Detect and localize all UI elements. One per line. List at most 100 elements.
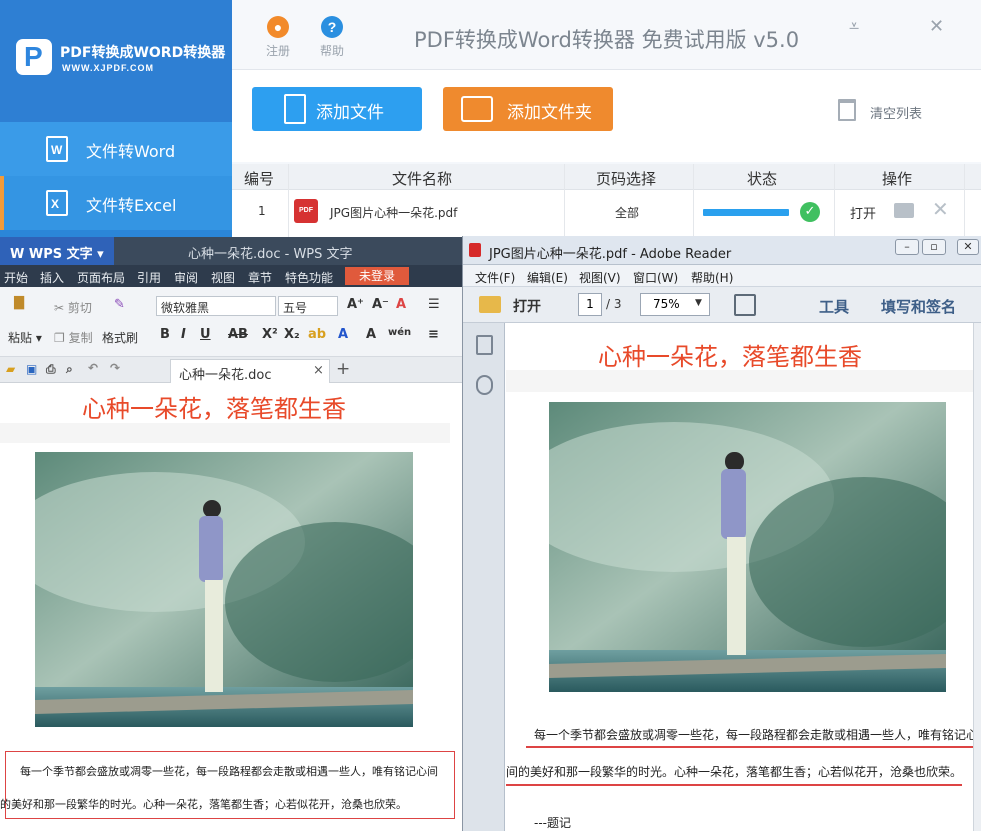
delete-icon[interactable]: ✕ [932,197,949,221]
tab-features[interactable]: 特色功能 [285,269,333,286]
register-button[interactable]: ● 注册 [258,16,298,59]
cut-button[interactable]: ✂ 剪切 [54,299,92,316]
close-tab-icon[interactable]: × [313,363,324,378]
add-folder-button[interactable]: 添加文件夹 [443,87,613,131]
tab-references[interactable]: 引用 [137,269,161,286]
pdf-app-icon [469,243,481,257]
open-button[interactable]: 打开 [513,296,541,316]
add-file-button[interactable]: 添加文件 [252,87,422,131]
sidebar: P PDF转换成WORD转换器 WWW.XJPDF.COM W 文件转Word … [0,0,232,240]
paste-icon[interactable]: ▇ [14,295,24,310]
subscript-icon[interactable]: X₂ [284,327,300,342]
menu-file[interactable]: 文件(F) [475,269,515,286]
tools-button[interactable]: 工具 [819,296,849,317]
phonetic-icon[interactable]: wén [388,327,411,338]
screen: P PDF转换成WORD转换器 WWW.XJPDF.COM W 文件转Word … [0,0,981,831]
menu-window[interactable]: 窗口(W) [633,269,678,286]
format-painter-button[interactable]: 格式刷 [102,329,138,346]
menu-edit[interactable]: 编辑(E) [527,269,568,286]
sidebar-item-label: 文件转Word [86,142,176,161]
minimize-icon[interactable]: ⩡ [849,16,859,37]
column-divider [964,164,965,240]
login-button[interactable]: 未登录 [345,267,409,285]
attachment-icon[interactable] [476,375,493,395]
column-divider [564,164,565,240]
chevron-down-icon[interactable]: ▼ [695,298,702,308]
undo-icon[interactable]: ↶ [88,361,98,375]
bullets-icon[interactable]: ☰ [428,297,440,312]
new-tab-icon[interactable]: + [336,359,350,379]
sidebar-item-label: 文件转Excel [86,196,177,215]
tab-view[interactable]: 视图 [211,269,235,286]
align-left-icon[interactable]: ≡ [428,327,439,342]
folder-icon[interactable] [894,203,914,218]
print-preview-icon[interactable]: ⌕ [66,362,73,377]
font-select[interactable]: 微软雅黑 [156,296,276,316]
open-folder-icon[interactable]: ▰ [6,362,15,376]
clear-format-icon[interactable]: A [396,297,406,312]
title-bar: ● 注册 ? 帮助 PDF转换成Word转换器 免费试用版 v5.0 ⩡ ✕ [232,0,981,70]
underline-annotation [506,784,962,786]
folder-icon [461,96,493,122]
reader-document-page: 心种一朵花，落笔都生香 每一个季节都会盛放或凋零一些花，每一段路程都会走散或相遇… [506,323,981,831]
menu-help[interactable]: 帮助(H) [691,269,733,286]
navigation-pane [463,323,505,831]
strikethrough-icon[interactable]: AB [228,327,248,342]
tab-review[interactable]: 审阅 [174,269,198,286]
app-title: PDF转换成Word转换器 免费试用版 v5.0 [414,28,800,52]
shrink-font-icon[interactable]: A⁻ [372,297,389,312]
save-icon[interactable]: ▣ [26,362,37,376]
wps-document-tabs: ▰ ▣ ⎙ ⌕ ↶ ↷ 心种一朵花.doc × + [0,357,462,383]
reader-menu-bar: 文件(F) 编辑(E) 视图(V) 窗口(W) 帮助(H) [463,265,981,287]
char-shading-icon[interactable]: A [366,327,376,342]
print-icon[interactable]: ⎙ [46,362,56,377]
column-divider [288,164,289,240]
logo-area: P PDF转换成WORD转换器 WWW.XJPDF.COM [0,0,232,122]
fit-page-icon[interactable] [734,294,756,316]
wps-window: W WPS 文字 ▾ 心种一朵花.doc - WPS 文字 开始 插入 页面布局… [0,237,462,831]
clear-list-label: 清空列表 [870,107,923,122]
cut-label: 剪切 [67,301,92,315]
tab-chapter[interactable]: 章节 [248,269,272,286]
reader-toolbar: 打开 1 / 3 75% ▼ 工具 填写和签名 [463,287,981,323]
word-file-icon: W [46,136,68,162]
sidebar-item-file-to-excel[interactable]: X 文件转Excel [0,176,232,230]
wps-app-menu-button[interactable]: W WPS 文字 ▾ [0,237,114,265]
font-color-icon[interactable]: A [338,327,348,342]
pages-icon[interactable] [476,335,493,355]
column-divider [834,164,835,240]
tab-insert[interactable]: 插入 [40,269,64,286]
paste-button[interactable]: 粘贴 ▾ [8,329,42,346]
page-number-input[interactable]: 1 [578,293,602,316]
copy-button[interactable]: ❐ 复制 [54,329,93,346]
row-filename: JPG图片心种一朵花.pdf [330,206,458,220]
italic-icon[interactable]: I [181,327,186,342]
paragraph-line: 每一个季节都会盛放或凋零一些花，每一段路程都会走散或相遇一些人，唯有铭记心 [534,728,979,742]
close-icon[interactable]: ✕ [957,239,979,255]
fill-sign-button[interactable]: 填写和签名 [881,296,956,317]
wps-window-title: 心种一朵花.doc - WPS 文字 [188,247,353,262]
sidebar-item-file-to-word[interactable]: W 文件转Word [0,122,232,176]
help-button[interactable]: ? 帮助 [312,16,352,59]
highlight-icon[interactable]: ab [308,327,326,342]
folder-icon[interactable] [479,296,501,313]
tab-home[interactable]: 开始 [4,269,28,286]
close-icon[interactable]: ✕ [929,16,944,37]
reader-window-title: JPG图片心种一朵花.pdf - Adobe Reader [489,247,732,262]
underline-icon[interactable]: U [200,327,211,342]
bold-icon[interactable]: B [160,327,170,342]
column-divider [693,164,694,240]
font-size-select[interactable]: 五号 [278,296,338,316]
tab-document[interactable]: 心种一朵花.doc × [170,359,330,383]
tab-page-layout[interactable]: 页面布局 [77,269,125,286]
menu-view[interactable]: 视图(V) [579,269,621,286]
superscript-icon[interactable]: X² [262,327,278,342]
minimize-icon[interactable]: – [895,239,919,255]
open-file-button[interactable]: 打开 [850,203,876,222]
document-icon [284,94,306,124]
maximize-icon[interactable]: ▫ [922,239,946,255]
grow-font-icon[interactable]: A⁺ [347,297,364,312]
redo-icon[interactable]: ↷ [110,361,120,375]
vertical-scrollbar[interactable] [973,323,981,831]
row-pages[interactable]: 全部 [615,204,639,221]
